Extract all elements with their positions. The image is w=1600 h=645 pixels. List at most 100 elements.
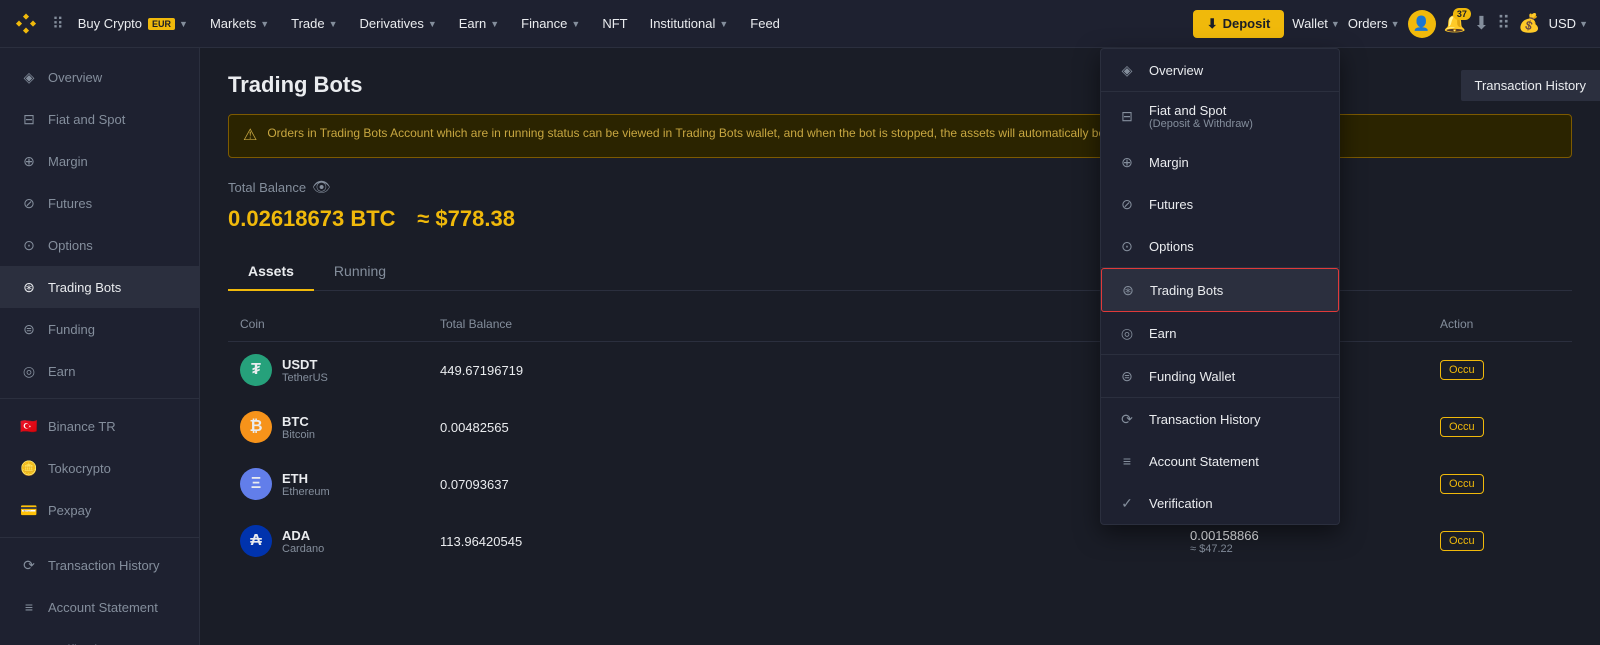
dropdown-item-overview[interactable]: ◈ Overview xyxy=(1101,49,1339,91)
account-statement-icon: ≡ xyxy=(20,598,38,616)
tab-assets[interactable]: Assets xyxy=(228,253,314,291)
earn-icon: ◎ xyxy=(20,362,38,380)
coin-name: Cardano xyxy=(282,543,324,555)
occupy-button[interactable]: Occu xyxy=(1440,474,1484,494)
occupy-button[interactable]: Occu xyxy=(1440,417,1484,437)
dropdown-label: Earn xyxy=(1149,326,1176,341)
table-row: ₿ BTC Bitcoin 0.00482565 0.00482565 ≈ $1… xyxy=(228,399,1572,456)
dropdown-label: Transaction History xyxy=(1149,412,1261,427)
sidebar-item-binance-tr[interactable]: 🇹🇷 Binance TR xyxy=(0,405,199,447)
fiat-spot-icon: ⊟ xyxy=(20,110,38,128)
total-balance-value: 0.00482565 xyxy=(440,420,509,435)
dropdown-item-transaction-history[interactable]: ⟳ Transaction History xyxy=(1101,398,1339,440)
coin-icon: ₳ xyxy=(240,525,272,557)
total-balance-value: 449.67196719 xyxy=(440,363,523,378)
nav-trade[interactable]: Trade ▼ xyxy=(281,0,347,48)
nav-earn[interactable]: Earn ▼ xyxy=(449,0,509,48)
dropdown-label: Funding Wallet xyxy=(1149,369,1235,384)
sidebar-item-pexpay[interactable]: 💳 Pexpay xyxy=(0,489,199,531)
dropdown-item-margin[interactable]: ⊕ Margin xyxy=(1101,141,1339,183)
table-row: ₳ ADA Cardano 113.96420545 0.00158866 ≈ … xyxy=(228,513,1572,570)
coin-symbol: ADA xyxy=(282,528,324,543)
usdt-icon[interactable]: 💰 xyxy=(1518,13,1540,34)
binance-tr-icon: 🇹🇷 xyxy=(20,417,38,435)
sidebar-item-options[interactable]: ⊙ Options xyxy=(0,224,199,266)
sidebar-item-verification[interactable]: ✓ Verification xyxy=(0,628,199,645)
total-balance-cell: 0.00482565 xyxy=(440,420,1190,435)
wallet-link[interactable]: Wallet ▼ xyxy=(1292,16,1340,31)
dropdown-item-options[interactable]: ⊙ Options xyxy=(1101,225,1339,267)
sidebar-item-fiat-spot[interactable]: ⊟ Fiat and Spot xyxy=(0,98,199,140)
total-balance-cell: 113.96420545 xyxy=(440,534,1190,549)
options-icon: ⊙ xyxy=(20,236,38,254)
sidebar-item-funding[interactable]: ⊜ Funding xyxy=(0,308,199,350)
nav-markets[interactable]: Markets ▼ xyxy=(200,0,279,48)
eye-icon[interactable]: 👁 xyxy=(312,178,331,196)
tokocrypto-icon: 🪙 xyxy=(20,459,38,477)
dropdown-label: Futures xyxy=(1149,197,1193,212)
dropdown-icon: ≡ xyxy=(1117,451,1137,471)
usd-value: ≈ $47.22 xyxy=(1190,543,1440,555)
verification-icon: ✓ xyxy=(20,640,38,645)
occupy-button[interactable]: Occu xyxy=(1440,360,1484,380)
main-layout: ◈ Overview ⊟ Fiat and Spot ⊕ Margin ⊘ Fu… xyxy=(0,48,1600,645)
sidebar-item-futures[interactable]: ⊘ Futures xyxy=(0,182,199,224)
dropdown-label: Overview xyxy=(1149,63,1203,78)
action-cell: Occu xyxy=(1440,417,1560,437)
dropdown-item-funding-wallet[interactable]: ⊜ Funding Wallet xyxy=(1101,355,1339,397)
dropdown-item-trading-bots[interactable]: ⊛ Trading Bots xyxy=(1101,268,1339,312)
notifications[interactable]: 🔔 37 xyxy=(1444,13,1466,34)
dropdown-item-fiat-and-spot[interactable]: ⊟ Fiat and Spot (Deposit & Withdraw) xyxy=(1101,92,1339,141)
dropdown-label: Verification xyxy=(1149,496,1213,511)
occupy-button[interactable]: Occu xyxy=(1440,531,1484,551)
sidebar-item-trading-bots[interactable]: ⊛ Trading Bots xyxy=(0,266,199,308)
avatar[interactable]: 👤 xyxy=(1408,10,1436,38)
dropdown-item-account-statement[interactable]: ≡ Account Statement xyxy=(1101,440,1339,482)
sidebar-item-tokocrypto[interactable]: 🪙 Tokocrypto xyxy=(0,447,199,489)
nav-nft[interactable]: NFT xyxy=(592,0,637,48)
dropdown-item-futures[interactable]: ⊘ Futures xyxy=(1101,183,1339,225)
top-navigation: ⠿ Buy Crypto EUR ▼ Markets ▼ Trade ▼ Der… xyxy=(0,0,1600,48)
coin-cell: ₳ ADA Cardano xyxy=(240,525,440,557)
nav-finance[interactable]: Finance ▼ xyxy=(511,0,590,48)
nav-buy-crypto[interactable]: Buy Crypto EUR ▼ xyxy=(68,0,198,48)
coin-symbol: BTC xyxy=(282,414,315,429)
nav-derivatives[interactable]: Derivatives ▼ xyxy=(350,0,447,48)
download-icon[interactable]: ⬇ xyxy=(1474,13,1489,34)
tab-running[interactable]: Running xyxy=(314,253,406,291)
table-row: Ξ ETH Ethereum 0.07093637 0.00464428 ≈ $… xyxy=(228,456,1572,513)
dropdown-label: Account Statement xyxy=(1149,454,1259,469)
coin-cell: Ξ ETH Ethereum xyxy=(240,468,440,500)
dropdown-icon: ⊕ xyxy=(1117,152,1137,172)
nav-feed[interactable]: Feed xyxy=(740,0,790,48)
usd-selector[interactable]: USD ▼ xyxy=(1549,16,1588,31)
deposit-button[interactable]: ⬇ Deposit xyxy=(1193,10,1285,38)
sidebar-item-transaction-history[interactable]: ⟳ Transaction History xyxy=(0,544,199,586)
grid-icon[interactable]: ⠿ xyxy=(52,14,64,34)
orders-link[interactable]: Orders ▼ xyxy=(1348,16,1400,31)
table-header: Coin Total Balance BTC Value Action xyxy=(228,307,1572,342)
grid-apps-icon[interactable]: ⠿ xyxy=(1497,13,1510,34)
sidebar-item-earn[interactable]: ◎ Earn xyxy=(0,350,199,392)
total-balance-cell: 0.07093637 xyxy=(440,477,1190,492)
total-balance-value: 0.07093637 xyxy=(440,477,509,492)
total-balance-label: Total Balance 👁 xyxy=(228,178,1572,196)
table-row: ₮ USDT TetherUS 449.67196719 0.01512814 … xyxy=(228,342,1572,399)
dropdown-item-verification[interactable]: ✓ Verification xyxy=(1101,482,1339,524)
total-balance-value: 0.02618673 BTC ≈ $778.38 xyxy=(228,202,1572,233)
nav-institutional[interactable]: Institutional ▼ xyxy=(640,0,739,48)
sidebar-item-account-statement[interactable]: ≡ Account Statement xyxy=(0,586,199,628)
wallet-dropdown: ◈ Overview ⊟ Fiat and Spot (Deposit & Wi… xyxy=(1100,48,1340,525)
action-cell: Occu xyxy=(1440,531,1560,551)
logo[interactable] xyxy=(12,10,40,38)
main-content: Trading Bots ⚠ Orders in Trading Bots Ac… xyxy=(200,48,1600,645)
dropdown-item-earn[interactable]: ◎ Earn xyxy=(1101,312,1339,354)
pexpay-icon: 💳 xyxy=(20,501,38,519)
coin-icon: ₮ xyxy=(240,354,272,386)
sidebar-item-overview[interactable]: ◈ Overview xyxy=(0,56,199,98)
nav-items: Buy Crypto EUR ▼ Markets ▼ Trade ▼ Deriv… xyxy=(68,0,1193,48)
sidebar: ◈ Overview ⊟ Fiat and Spot ⊕ Margin ⊘ Fu… xyxy=(0,48,200,645)
sidebar-item-margin[interactable]: ⊕ Margin xyxy=(0,140,199,182)
dropdown-icon: ◈ xyxy=(1117,60,1137,80)
coin-name: TetherUS xyxy=(282,372,328,384)
